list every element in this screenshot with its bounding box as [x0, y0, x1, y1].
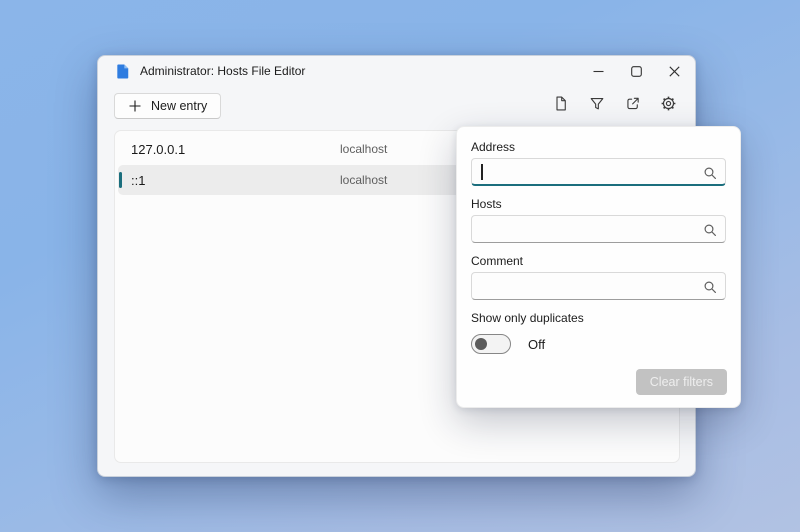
- address-cell: ::1: [131, 173, 145, 188]
- window-controls: [579, 56, 693, 86]
- hosts-label: Hosts: [471, 197, 726, 211]
- toggle-knob: [475, 338, 487, 350]
- address-label: Address: [471, 140, 726, 154]
- search-icon: [703, 223, 717, 237]
- toggle-state-label: Off: [528, 337, 545, 352]
- toolbar-actions: [552, 95, 677, 112]
- show-only-duplicates-label: Show only duplicates: [471, 311, 726, 325]
- clear-filters-button[interactable]: Clear filters: [636, 369, 727, 395]
- maximize-button[interactable]: [617, 56, 655, 86]
- duplicates-toggle-row: Off: [471, 334, 726, 354]
- search-icon: [703, 166, 717, 180]
- search-icon: [703, 280, 717, 294]
- file-icon[interactable]: [552, 95, 569, 112]
- address-field: [471, 158, 726, 186]
- comment-label: Comment: [471, 254, 726, 268]
- filter-popup: Address Hosts Comment Show only duplicat…: [456, 126, 741, 408]
- text-caret: [481, 164, 483, 180]
- duplicates-toggle[interactable]: [471, 334, 511, 354]
- new-entry-button[interactable]: New entry: [114, 93, 221, 119]
- minimize-button[interactable]: [579, 56, 617, 86]
- titlebar: Administrator: Hosts File Editor: [98, 56, 695, 86]
- hosts-field: [471, 215, 726, 243]
- filter-icon[interactable]: [588, 95, 605, 112]
- new-entry-label: New entry: [151, 99, 207, 113]
- settings-icon[interactable]: [660, 95, 677, 112]
- comment-field: [471, 272, 726, 300]
- app-document-icon: [116, 63, 130, 79]
- close-button[interactable]: [655, 56, 693, 86]
- address-search-input[interactable]: [472, 159, 725, 184]
- toolbar: New entry: [98, 91, 695, 127]
- comment-search-input[interactable]: [472, 273, 725, 299]
- hosts-search-input[interactable]: [472, 216, 725, 242]
- plus-icon: [128, 99, 142, 113]
- hosts-cell: localhost: [340, 173, 387, 187]
- hosts-cell: localhost: [340, 142, 387, 156]
- address-cell: 127.0.0.1: [131, 142, 185, 157]
- selection-indicator: [119, 172, 122, 188]
- window-title: Administrator: Hosts File Editor: [140, 64, 305, 78]
- open-external-icon[interactable]: [624, 95, 641, 112]
